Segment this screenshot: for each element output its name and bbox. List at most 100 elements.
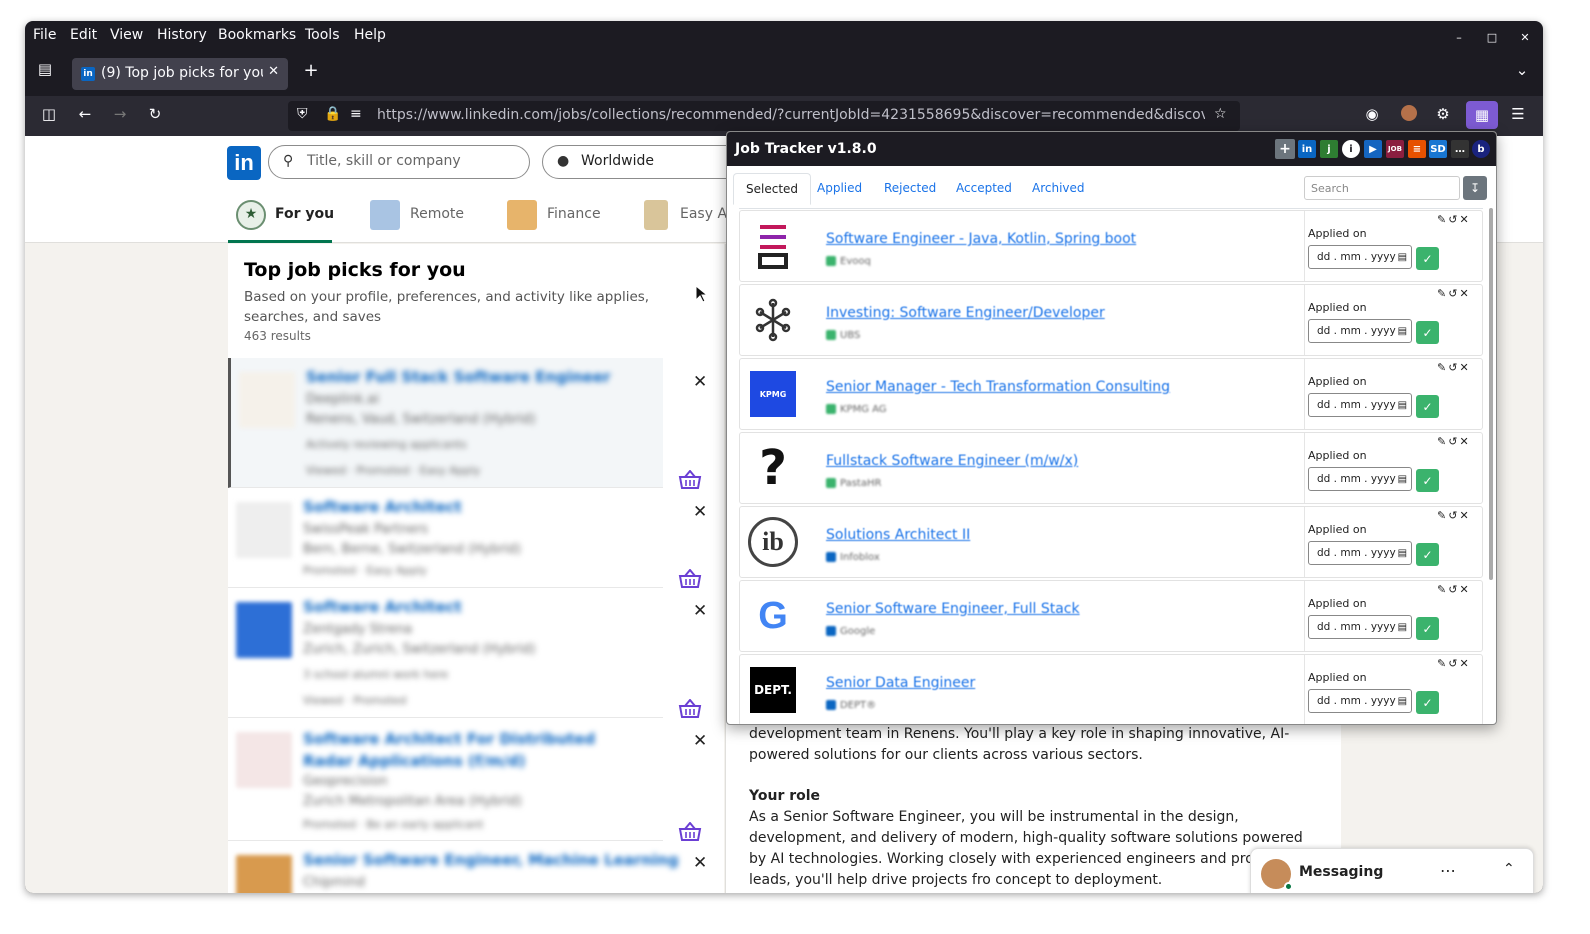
confirm-applied-button[interactable]: ✓: [1416, 247, 1439, 270]
calendar-icon[interactable]: ▤: [1398, 622, 1407, 633]
remove-icon[interactable]: ✕: [1459, 287, 1470, 300]
save-to-tracker-basket-icon[interactable]: [678, 822, 702, 842]
reload-icon[interactable]: ↻: [143, 105, 167, 123]
remove-icon[interactable]: ✕: [1459, 361, 1470, 374]
job-title[interactable]: Software Architect: [303, 498, 462, 516]
tracker-job-title-link[interactable]: Software Engineer - Java, Kotlin, Spring…: [826, 231, 1136, 247]
confirm-applied-button[interactable]: ✓: [1416, 469, 1439, 492]
job-tracker-extension-icon[interactable]: ▦: [1466, 101, 1498, 129]
jobsch-source-icon[interactable]: j: [1320, 140, 1338, 158]
account-avatar-icon[interactable]: [1397, 105, 1421, 125]
tab-rejected[interactable]: Rejected: [872, 173, 948, 205]
b-source-icon[interactable]: b: [1472, 140, 1490, 158]
menu-edit[interactable]: Edit: [70, 27, 97, 43]
remove-icon[interactable]: ✕: [1459, 657, 1470, 670]
url-bar[interactable]: ⛨ 🔒 ≡ https://www.linkedin.com/jobs/coll…: [288, 101, 1240, 131]
edit-icon[interactable]: ✎: [1437, 287, 1448, 300]
calendar-icon[interactable]: ▤: [1398, 252, 1407, 263]
dismiss-job-icon[interactable]: ✕: [693, 502, 707, 522]
job-search-input[interactable]: ⚲ Title, skill or company: [268, 145, 530, 179]
calendar-icon[interactable]: ▤: [1398, 696, 1407, 707]
menu-hamburger-icon[interactable]: ☰: [1506, 105, 1530, 123]
undo-icon[interactable]: ↺: [1448, 287, 1459, 300]
undo-icon[interactable]: ↺: [1448, 213, 1459, 226]
tab-accepted[interactable]: Accepted: [944, 173, 1024, 205]
applied-date-input[interactable]: dd . mm . yyyy ▤: [1308, 393, 1412, 417]
tab-archived[interactable]: Archived: [1020, 173, 1097, 205]
job-card[interactable]: Software Architect SwissPeak Partners Be…: [228, 488, 663, 588]
add-job-icon[interactable]: +: [1275, 139, 1295, 159]
menu-help[interactable]: Help: [354, 27, 386, 43]
extensions-icon[interactable]: ⚙: [1431, 105, 1455, 123]
applied-date-input[interactable]: dd . mm . yyyy ▤: [1308, 319, 1412, 343]
save-to-tracker-basket-icon[interactable]: [678, 470, 702, 490]
calendar-icon[interactable]: ▤: [1398, 474, 1407, 485]
tracker-search-input[interactable]: Search: [1304, 176, 1460, 200]
job-card[interactable]: Senior Software Engineer, Machine Learni…: [228, 841, 679, 893]
linkedin-logo[interactable]: in: [227, 146, 261, 180]
tracker-scrollbar[interactable]: [1489, 208, 1493, 580]
confirm-applied-button[interactable]: ✓: [1416, 321, 1439, 344]
undo-icon[interactable]: ↺: [1448, 361, 1459, 374]
undo-icon[interactable]: ↺: [1448, 583, 1459, 596]
undo-icon[interactable]: ↺: [1448, 509, 1459, 522]
sd-source-icon[interactable]: SD: [1429, 140, 1447, 158]
edit-icon[interactable]: ✎: [1437, 435, 1448, 448]
job-title[interactable]: Software Architect For Distributed Radar…: [303, 728, 633, 772]
url-text[interactable]: https://www.linkedin.com/jobs/collection…: [377, 107, 1205, 123]
job-card[interactable]: Senior Full Stack Software Engineer Deep…: [228, 358, 663, 488]
tracker-job-title-link[interactable]: Senior Data Engineer: [826, 675, 975, 691]
dismiss-job-icon[interactable]: ✕: [693, 853, 707, 873]
applied-date-input[interactable]: dd . mm . yyyy ▤: [1308, 467, 1412, 491]
messaging-widget[interactable]: Messaging ⋯ ⌃: [1250, 848, 1534, 893]
edit-icon[interactable]: ✎: [1437, 509, 1448, 522]
menu-history[interactable]: History: [157, 27, 207, 43]
tab-applied[interactable]: Applied: [805, 173, 874, 205]
linkedin-source-icon[interactable]: in: [1298, 140, 1316, 158]
calendar-icon[interactable]: ▤: [1398, 400, 1407, 411]
dismiss-job-icon[interactable]: ✕: [693, 731, 707, 751]
tab-selected[interactable]: Selected: [733, 173, 812, 205]
maximize-icon[interactable]: □: [1482, 27, 1502, 47]
permissions-icon[interactable]: ≡: [350, 106, 362, 122]
tracker-job-title-link[interactable]: Solutions Architect II: [826, 527, 970, 543]
minimize-icon[interactable]: –: [1449, 27, 1469, 47]
close-tab-icon[interactable]: ✕: [268, 64, 279, 79]
calendar-icon[interactable]: ▤: [1398, 326, 1407, 337]
edit-icon[interactable]: ✎: [1437, 657, 1448, 670]
menu-tools[interactable]: Tools: [305, 27, 340, 43]
dismiss-job-icon[interactable]: ✕: [693, 601, 707, 621]
edit-icon[interactable]: ✎: [1437, 361, 1448, 374]
dismiss-job-icon[interactable]: ✕: [693, 372, 707, 392]
info-icon[interactable]: i: [1342, 140, 1360, 158]
more-options-icon[interactable]: ⋯: [1440, 861, 1456, 880]
job-title[interactable]: Senior Full Stack Software Engineer: [306, 368, 610, 386]
confirm-applied-button[interactable]: ✓: [1416, 617, 1439, 640]
bookmark-star-icon[interactable]: ☆: [1214, 106, 1227, 122]
job-card[interactable]: Software Architect Zentgady Strena Zuric…: [228, 588, 663, 718]
tracker-job-title-link[interactable]: Senior Software Engineer, Full Stack: [826, 601, 1080, 617]
tracker-job-title-link[interactable]: Senior Manager - Tech Transformation Con…: [826, 379, 1170, 395]
dots-source-icon[interactable]: …: [1451, 140, 1469, 158]
remove-icon[interactable]: ✕: [1459, 583, 1470, 596]
remove-icon[interactable]: ✕: [1459, 213, 1470, 226]
stack-source-icon[interactable]: ≡: [1408, 140, 1426, 158]
job-title[interactable]: Senior Software Engineer, Machine Learni…: [303, 851, 679, 869]
applied-date-input[interactable]: dd . mm . yyyy ▤: [1308, 541, 1412, 565]
edit-icon[interactable]: ✎: [1437, 213, 1448, 226]
tracker-job-title-link[interactable]: Fullstack Software Engineer (m/w/x): [826, 453, 1078, 469]
calendar-icon[interactable]: ▤: [1398, 548, 1407, 559]
save-to-tracker-basket-icon[interactable]: [678, 699, 702, 719]
tracker-job-title-link[interactable]: Investing: Software Engineer/Developer: [826, 305, 1105, 321]
menu-view[interactable]: View: [110, 27, 143, 43]
undo-icon[interactable]: ↺: [1448, 435, 1459, 448]
lock-icon[interactable]: 🔒: [324, 106, 341, 122]
undo-icon[interactable]: ↺: [1448, 657, 1459, 670]
applied-date-input[interactable]: dd . mm . yyyy ▤: [1308, 689, 1412, 713]
sidebar-toggle-icon[interactable]: ◫: [37, 105, 61, 123]
confirm-applied-button[interactable]: ✓: [1416, 691, 1439, 714]
confirm-applied-button[interactable]: ✓: [1416, 395, 1439, 418]
remove-icon[interactable]: ✕: [1459, 435, 1470, 448]
menu-bookmarks[interactable]: Bookmarks: [218, 27, 296, 43]
remove-icon[interactable]: ✕: [1459, 509, 1470, 522]
